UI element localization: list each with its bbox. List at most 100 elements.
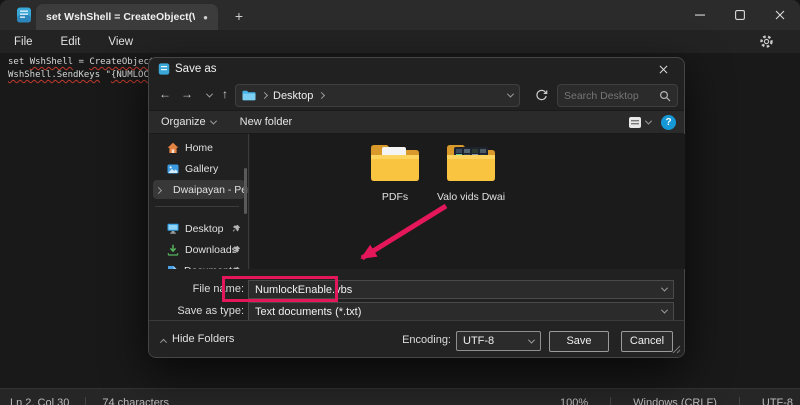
chevron-down-icon[interactable]	[528, 336, 535, 343]
search-input[interactable]	[564, 90, 659, 102]
desktop-icon	[167, 223, 179, 234]
statusbar-divider	[739, 397, 740, 405]
chevron-down-icon	[210, 117, 217, 124]
view-mode-button[interactable]	[628, 116, 651, 129]
notepad-window: set WshShell = CreateObject(WScri ● + Fi…	[0, 0, 800, 405]
chevron-down-icon[interactable]	[661, 307, 668, 314]
folder-tile-valo-vids[interactable]: Valo vids Dwai	[436, 139, 506, 203]
dialog-body: Home Gallery Dwaipayan - Per Desktop	[149, 134, 684, 269]
statusbar-divider	[85, 397, 86, 405]
character-count: 74 characters	[102, 397, 169, 405]
menu-file[interactable]: File	[0, 36, 47, 48]
sidebar-item-downloads[interactable]: Downloads	[153, 240, 245, 259]
file-name-label: File name:	[149, 283, 244, 295]
encoding-select[interactable]: UTF-8	[456, 331, 541, 351]
sidebar-item-onedrive[interactable]: Dwaipayan - Per	[153, 180, 245, 199]
menu-view[interactable]: View	[94, 36, 147, 48]
folder-small-icon	[242, 90, 256, 101]
settings-gear-icon[interactable]	[759, 34, 774, 49]
menu-edit[interactable]: Edit	[47, 36, 95, 48]
help-button[interactable]: ?	[661, 115, 676, 130]
hide-folders-button[interactable]: Hide Folders	[161, 333, 234, 345]
dialog-footer: Hide Folders Encoding: UTF-8 Save Cancel	[149, 320, 684, 357]
cancel-button[interactable]: Cancel	[621, 331, 673, 352]
code-token: set	[8, 57, 30, 67]
forward-button[interactable]: →	[177, 83, 197, 106]
view-mode-icon	[628, 116, 642, 129]
sidebar-item-desktop[interactable]: Desktop	[153, 219, 245, 238]
cursor-position: Ln 2, Col 30	[10, 397, 69, 405]
maximize-button[interactable]	[720, 0, 760, 30]
minimize-icon	[695, 10, 705, 20]
downloads-icon	[167, 244, 179, 256]
dialog-close-button[interactable]	[650, 60, 676, 78]
file-name-combobox[interactable]	[248, 280, 674, 299]
dialog-toolbar: Organize New folder ?	[149, 110, 684, 134]
zoom-level[interactable]: 100%	[560, 397, 588, 405]
code-token: =	[73, 57, 89, 67]
file-name-input[interactable]	[255, 284, 662, 296]
notepad-app-icon	[16, 7, 32, 23]
chevron-down-icon	[205, 91, 212, 98]
minimize-button[interactable]	[680, 0, 720, 30]
folder-tile-pdfs[interactable]: PDFs	[360, 139, 430, 203]
window-controls	[680, 0, 800, 30]
sidebar-item-label: Desktop	[185, 223, 224, 235]
chevron-down-icon[interactable]	[661, 285, 668, 292]
organize-button[interactable]: Organize	[149, 116, 228, 128]
up-button[interactable]: ↑	[215, 83, 235, 106]
new-folder-label: New folder	[240, 116, 293, 128]
address-dropdown-icon[interactable]	[507, 91, 514, 98]
save-type-select[interactable]: Text documents (*.txt)	[248, 302, 674, 321]
sidebar-item-label: Documents	[184, 265, 237, 270]
file-list-area[interactable]: PDFs Valo vids Dwai	[250, 134, 685, 269]
resize-grip[interactable]	[672, 345, 681, 354]
folder-icon	[369, 139, 421, 183]
line-ending[interactable]: Windows (CRLF)	[633, 397, 717, 405]
statusbar: Ln 2, Col 30 74 characters 100% Windows …	[0, 388, 800, 405]
encoding-status[interactable]: UTF-8	[762, 397, 793, 405]
organize-label: Organize	[161, 116, 206, 128]
sidebar-item-home[interactable]: Home	[153, 138, 245, 157]
expand-chevron-icon[interactable]	[156, 184, 161, 196]
folder-name: PDFs	[360, 191, 430, 203]
sidebar-item-gallery[interactable]: Gallery	[153, 159, 245, 178]
documents-icon	[167, 265, 178, 270]
save-button[interactable]: Save	[549, 331, 609, 352]
sidebar-item-documents[interactable]: Documents	[153, 261, 245, 269]
address-bar[interactable]: Desktop	[235, 84, 520, 107]
tab-title: set WshShell = CreateObject(WScri	[46, 11, 195, 23]
hide-folders-label: Hide Folders	[172, 333, 234, 345]
maximize-icon	[735, 10, 745, 20]
new-folder-button[interactable]: New folder	[228, 116, 305, 128]
encoding-label: Encoding:	[401, 334, 451, 346]
breadcrumb-separator-icon	[261, 92, 268, 99]
refresh-button[interactable]	[529, 84, 553, 107]
sidebar-item-label: Dwaipayan - Per	[173, 184, 249, 196]
dialog-sidebar: Home Gallery Dwaipayan - Per Desktop	[149, 134, 249, 269]
close-icon	[775, 10, 785, 20]
home-icon	[167, 142, 179, 154]
close-icon	[659, 65, 668, 74]
back-button[interactable]: ←	[155, 83, 175, 106]
menubar: File Edit View	[0, 30, 800, 53]
breadcrumb-location[interactable]: Desktop	[273, 90, 313, 102]
save-type-label: Save as type:	[149, 305, 244, 317]
statusbar-left: Ln 2, Col 30 74 characters	[10, 397, 169, 405]
notepad-icon	[158, 63, 170, 75]
search-box[interactable]	[557, 84, 678, 107]
save-type-value: Text documents (*.txt)	[255, 306, 662, 318]
file-name-row: File name:	[149, 280, 684, 300]
close-button[interactable]	[760, 0, 800, 30]
chevron-up-icon	[160, 338, 167, 345]
search-icon	[659, 90, 671, 102]
unsaved-indicator: ●	[203, 13, 208, 22]
new-tab-button[interactable]: +	[228, 6, 250, 26]
sidebar-scrollbar[interactable]	[244, 168, 247, 214]
tab-document[interactable]: set WshShell = CreateObject(WScri ●	[36, 4, 218, 30]
toolbar-right: ?	[628, 115, 676, 130]
folder-name: Valo vids Dwai	[436, 191, 506, 203]
folder-icon	[445, 139, 497, 183]
chevron-down-icon	[645, 117, 652, 124]
gallery-icon	[167, 163, 179, 175]
